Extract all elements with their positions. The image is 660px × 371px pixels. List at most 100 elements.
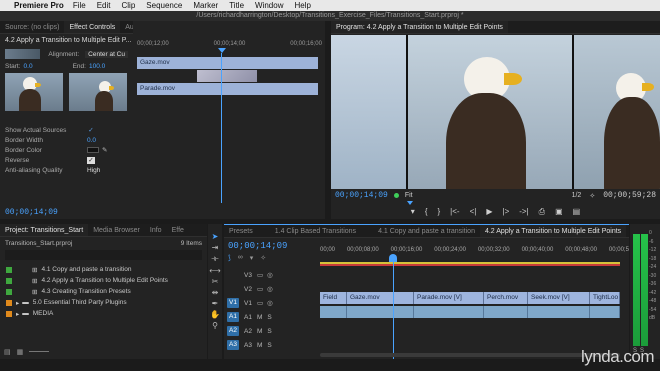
start-thumbnail[interactable] xyxy=(5,73,63,111)
eyedropper-icon[interactable]: ✎ xyxy=(102,146,107,154)
track-header-v3[interactable]: V3 ▭ ◎ xyxy=(224,268,320,282)
effect-timecode[interactable]: 00;00;14;09 xyxy=(5,208,58,217)
program-timecode[interactable]: 00;00;14;09 xyxy=(335,191,388,200)
timeline-clip[interactable]: Perch.mov xyxy=(484,292,528,304)
fit-dropdown[interactable]: Fit xyxy=(405,192,413,199)
track-header-a2[interactable]: A2 A2 M S xyxy=(224,324,320,338)
track-select-tool-icon[interactable]: ⇥ xyxy=(212,243,219,252)
step-back-button[interactable]: <| xyxy=(470,207,477,217)
time-ruler[interactable]: 00;00 00;00;08;00 00;00;16;00 00;00;24;0… xyxy=(320,247,629,253)
timeline-clip[interactable]: Gaze.mov xyxy=(347,292,414,304)
tab-effect-controls[interactable]: Effect Controls xyxy=(64,21,121,33)
solo-button[interactable]: S xyxy=(267,314,271,321)
list-item[interactable]: ⊞ 4.1 Copy and paste a transition xyxy=(0,264,207,275)
tab-copy-paste-transition[interactable]: 4.1 Copy and paste a transition xyxy=(373,225,480,237)
show-actual-sources-checkbox[interactable]: ✓ xyxy=(87,126,95,134)
list-item[interactable]: ▸ ▬ 5.0 Essential Third Party Plugins xyxy=(0,297,207,308)
menu-sequence[interactable]: Sequence xyxy=(146,1,182,10)
add-marker-icon[interactable]: ▾ xyxy=(250,254,254,262)
program-title[interactable]: Program: 4.2 Apply a Transition to Multi… xyxy=(331,21,508,33)
snap-icon[interactable]: ⟆ xyxy=(228,254,231,262)
pen-tool-icon[interactable]: ✒ xyxy=(212,299,219,308)
tab-audio-clip-mixer[interactable]: Audio Clip Mixer: 4.2 Apply a Transition… xyxy=(120,21,133,33)
mute-button[interactable]: M xyxy=(257,314,262,321)
disclosure-triangle-icon[interactable]: ▸ xyxy=(16,310,19,318)
clip-b-bar[interactable]: Parade.mov xyxy=(137,83,318,95)
list-item[interactable]: ▸ ▬ MEDIA xyxy=(0,308,207,319)
tab-presets[interactable]: Presets xyxy=(224,225,258,237)
audio-clip[interactable] xyxy=(590,306,620,318)
lock-icon[interactable]: ▭ xyxy=(257,285,263,293)
tab-clip-based-transitions[interactable]: 1.4 Clip Based Transitions xyxy=(270,225,361,237)
transition-bar[interactable] xyxy=(197,70,257,82)
program-playhead-marker[interactable] xyxy=(407,201,413,205)
track-header-v1[interactable]: V1 V1 ▭ ◎ xyxy=(224,296,320,310)
timeline-clip[interactable]: TightLoo xyxy=(590,292,620,304)
zoom-tool-icon[interactable]: ⚲ xyxy=(212,321,218,330)
mute-button[interactable]: M xyxy=(257,328,262,335)
audio-clip[interactable] xyxy=(484,306,528,318)
list-item[interactable]: ⊞ 4.2 Apply a Transition to Multiple Edi… xyxy=(0,275,207,286)
start-value[interactable]: 0.0 xyxy=(24,63,33,70)
reverse-checkbox[interactable]: ✓ xyxy=(87,156,95,164)
audio-clip[interactable] xyxy=(347,306,414,318)
end-thumbnail[interactable] xyxy=(69,73,127,111)
menu-file[interactable]: File xyxy=(73,1,86,10)
eye-icon[interactable]: ◎ xyxy=(267,271,273,279)
tab-source[interactable]: Source: (no clips) xyxy=(0,21,64,33)
mark-out-button[interactable]: } xyxy=(437,207,440,217)
timeline-clip[interactable]: Seek.mov [V] xyxy=(528,292,590,304)
ripple-edit-tool-icon[interactable]: ⟛ xyxy=(211,254,218,264)
go-to-out-button[interactable]: ->| xyxy=(519,207,528,217)
track-header-a3[interactable]: A3 A3 M S xyxy=(224,338,320,352)
menu-title[interactable]: Title xyxy=(229,1,244,10)
menu-clip[interactable]: Clip xyxy=(122,1,136,10)
tab-effects[interactable]: Effe xyxy=(167,224,189,236)
track-header-v2[interactable]: V2 ▭ ◎ xyxy=(224,282,320,296)
menu-help[interactable]: Help xyxy=(294,1,310,10)
track-target-a3[interactable]: A3 xyxy=(227,340,239,350)
list-item[interactable]: ⊞ 4.3 Creating Transition Presets xyxy=(0,286,207,297)
go-to-in-button[interactable]: |<- xyxy=(450,207,459,217)
menu-window[interactable]: Window xyxy=(255,1,283,10)
wrench-icon[interactable]: ✧ xyxy=(589,192,595,200)
slip-tool-icon[interactable]: ⇹ xyxy=(212,288,219,297)
zoom-slider[interactable] xyxy=(29,348,50,352)
track-target-v2[interactable] xyxy=(227,284,239,294)
track-target-a1[interactable]: A1 xyxy=(227,312,239,322)
export-frame-button[interactable]: ▤ xyxy=(573,207,581,217)
lock-icon[interactable]: ▭ xyxy=(257,299,263,307)
linked-selection-icon[interactable]: ∞ xyxy=(238,254,243,262)
track-target-a2[interactable]: A2 xyxy=(227,326,239,336)
clip-a-bar[interactable]: Gaze.mov xyxy=(137,57,318,69)
horizontal-scrollbar[interactable] xyxy=(320,353,620,357)
mute-button[interactable]: M xyxy=(257,342,262,349)
hand-tool-icon[interactable]: ✋ xyxy=(210,310,220,319)
tab-apply-transition[interactable]: 4.2 Apply a Transition to Multiple Edit … xyxy=(479,225,627,237)
resolution-dropdown[interactable]: 1/2 xyxy=(572,192,582,199)
play-button[interactable]: ▶ xyxy=(486,207,492,217)
list-view-icon[interactable]: ▤ xyxy=(4,348,11,356)
tab-project[interactable]: Project: Transitions_Start xyxy=(0,224,89,236)
timeline-clip[interactable]: Field xyxy=(320,292,347,304)
timeline-clip[interactable]: Parade.mov [V] xyxy=(414,292,484,304)
eye-icon[interactable]: ◎ xyxy=(267,299,273,307)
razor-tool-icon[interactable]: ✂ xyxy=(212,277,219,286)
track-header-a1[interactable]: A1 A1 M S xyxy=(224,310,320,324)
anti-aliasing-dropdown[interactable]: High xyxy=(87,167,100,174)
lift-button[interactable]: ⎙ xyxy=(539,207,545,217)
end-value[interactable]: 100.0 xyxy=(89,63,105,70)
timeline-timecode[interactable]: 00;00;14;09 xyxy=(228,241,287,251)
selection-tool-icon[interactable]: ➤ xyxy=(212,232,219,241)
step-forward-button[interactable]: |> xyxy=(502,207,509,217)
audio-clip[interactable] xyxy=(320,306,347,318)
timeline-playhead-marker[interactable] xyxy=(389,254,397,262)
menu-marker[interactable]: Marker xyxy=(193,1,218,10)
track-target-v3[interactable] xyxy=(227,270,239,280)
border-color-swatch[interactable] xyxy=(87,147,99,153)
app-menu[interactable]: Premiere Pro xyxy=(14,1,64,10)
mark-in-button[interactable]: { xyxy=(425,207,428,217)
extract-button[interactable]: ▣ xyxy=(555,207,563,217)
eye-icon[interactable]: ◎ xyxy=(267,285,273,293)
track-target-v1[interactable]: V1 xyxy=(227,298,239,308)
